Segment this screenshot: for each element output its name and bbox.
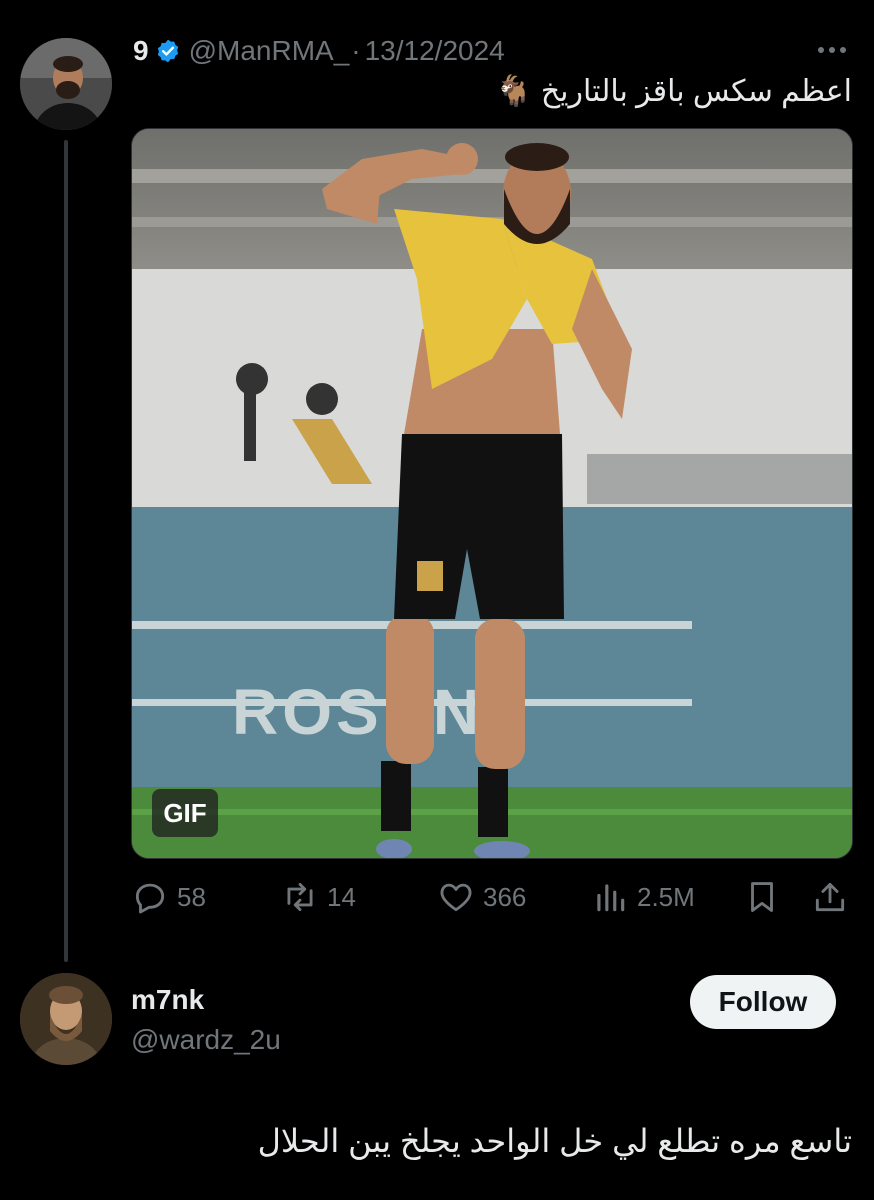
tweet-media[interactable]: ROSHN GIF <box>131 128 853 859</box>
user-name[interactable]: m7nk <box>131 984 204 1016</box>
tweet-text: اعظم سكس باقز بالتاريخ 🐐 <box>495 75 852 108</box>
retweet-count: 14 <box>327 881 356 912</box>
tweet-header: 9 @ManRMA_ · 13/12/2024 <box>133 34 505 68</box>
reply-text: تاسع مره تطلع لي خل الواحد يجلخ يبن الحل… <box>257 1123 852 1159</box>
reply-count: 58 <box>177 881 206 912</box>
reply-button[interactable]: 58 <box>131 872 206 922</box>
views-button[interactable]: 2.5M <box>591 872 695 922</box>
verified-icon <box>155 38 181 64</box>
author-display-name[interactable]: 9 <box>133 35 149 67</box>
media-image: ROSHN <box>132 129 852 858</box>
user-handle[interactable]: @wardz_2u <box>131 1024 281 1056</box>
views-count: 2.5M <box>637 881 695 912</box>
svg-text:ROSHN: ROSHN <box>232 676 483 748</box>
like-count: 366 <box>483 881 527 912</box>
author-avatar[interactable] <box>20 38 112 130</box>
user-avatar-image <box>20 973 112 1065</box>
author-handle[interactable]: @ManRMA_ <box>189 35 350 67</box>
bookmark-icon <box>751 882 773 912</box>
gif-badge: GIF <box>152 789 218 837</box>
user-avatar[interactable] <box>20 973 112 1065</box>
more-icon[interactable] <box>814 38 850 62</box>
tweet-date[interactable]: 13/12/2024 <box>365 35 505 67</box>
share-button[interactable] <box>811 872 857 922</box>
author-avatar-image <box>20 38 112 130</box>
like-icon <box>440 883 472 912</box>
separator-dot: · <box>351 35 361 66</box>
thread-line <box>64 140 68 962</box>
follow-button[interactable]: Follow <box>690 975 836 1029</box>
share-icon <box>815 882 845 912</box>
like-button[interactable]: 366 <box>437 872 526 922</box>
reply-icon <box>135 883 165 914</box>
bookmark-button[interactable] <box>743 872 789 922</box>
views-icon <box>597 884 625 912</box>
retweet-icon <box>287 882 313 912</box>
retweet-button[interactable]: 14 <box>281 872 356 922</box>
tweet-actions: 58 14 366 2.5M <box>131 872 853 922</box>
